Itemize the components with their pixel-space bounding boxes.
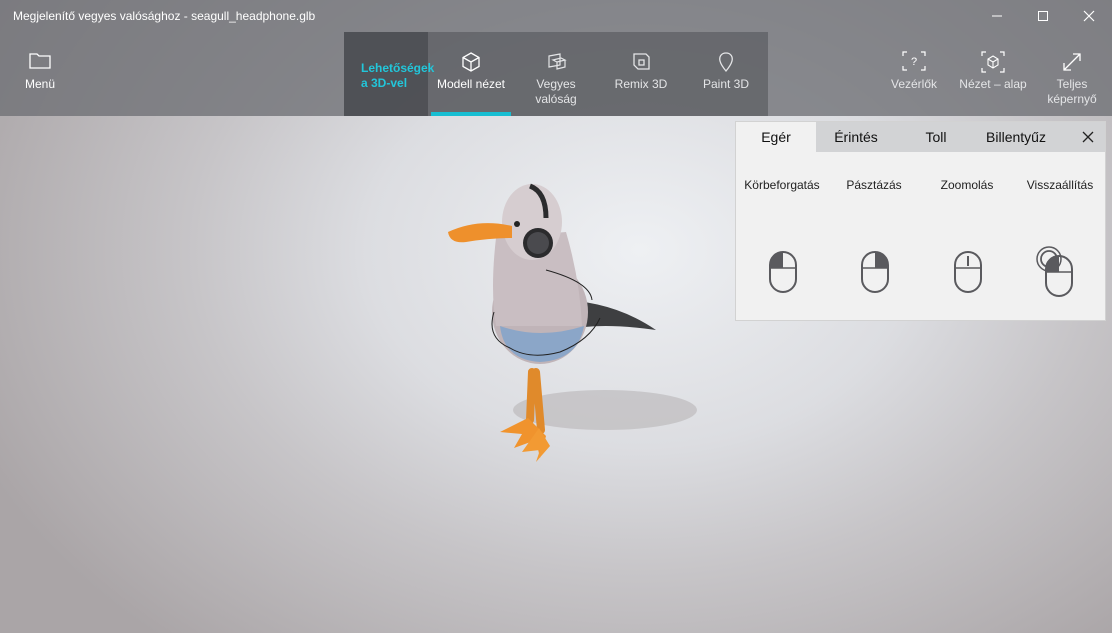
tab-mixed-reality[interactable]: Vegyes valóság [514,32,598,116]
mixed-reality-icon [548,53,567,70]
tab-pen[interactable]: Toll [896,122,976,152]
view-reset-label: Nézet – alap [959,77,1027,91]
fullscreen-label: Teljes képernyő [1047,77,1097,106]
minimize-button[interactable] [974,0,1020,32]
app-window: Megjelenítő vegyes valósághoz - seagull_… [0,0,1112,633]
tab-remix-3d-label: Remix 3D [614,77,668,91]
tab-pen-label: Toll [925,129,947,145]
fullscreen-icon [1063,53,1081,71]
tab-keyboard-label: Billentyűz [986,129,1046,145]
maximize-button[interactable] [1020,0,1066,32]
close-icon [1083,10,1095,22]
mode-switcher: Lehetőségek a 3D-vel Modell nézet Vegyes… [344,32,768,116]
pan-label: Pásztázás [846,178,902,192]
menu-label: Menü [24,77,56,91]
folder-icon [29,53,51,69]
controls-button[interactable]: ? Vezérlők [884,32,944,116]
active-tab-indicator [431,112,511,116]
tab-paint-3d-label: Paint 3D [702,77,750,91]
title-bar: Megjelenítő vegyes valósághoz - seagull_… [0,0,1112,32]
tab-touch[interactable]: Érintés [816,122,896,152]
tab-model-view[interactable]: Modell nézet [428,32,514,116]
remix-3d-icon [633,53,650,70]
zoom-label: Zoomolás [940,178,994,192]
fullscreen-button[interactable]: Teljes képernyő [1040,32,1104,116]
mouse-double-click-icon [1036,246,1073,297]
close-window-button[interactable] [1066,0,1112,32]
svg-text:?: ? [911,56,917,68]
mouse-left-button-icon [769,251,797,293]
toolbar: Menü Lehetőségek a 3D-vel Modell nézet V… [0,32,1112,116]
tab-keyboard[interactable]: Billentyűz [976,122,1056,152]
tab-mouse[interactable]: Egér [736,122,816,152]
tab-remix-3d[interactable]: Remix 3D [598,32,684,116]
controls-help-panel: Egér Érintés Toll Billentyűz Körbeforgat… [735,121,1106,321]
help-controls-icon: ? [902,51,926,71]
mouse-scroll-wheel-icon [954,251,982,293]
paint-3d-icon [719,52,733,73]
seagull-model[interactable] [448,183,697,462]
reset-label: Visszaállítás [1026,178,1094,192]
controls-label: Vezérlők [890,77,938,91]
rotate-label: Körbeforgatás [744,178,820,192]
tab-paint-3d[interactable]: Paint 3D [684,32,768,116]
tab-touch-label: Érintés [834,129,878,145]
get-started-label: Lehetőségek a 3D-vel [361,61,435,90]
tab-model-view-label: Modell nézet [436,77,506,91]
view-reset-button[interactable]: Nézet – alap [954,32,1032,116]
cube-icon [462,52,480,72]
close-icon [1082,131,1094,143]
mouse-right-button-icon [861,251,889,293]
maximize-icon [1038,11,1048,21]
window-title: Megjelenítő vegyes valósághoz - seagull_… [13,9,316,23]
input-type-tabs: Egér Érintés Toll Billentyűz [736,122,1105,152]
view-reset-icon [981,51,1005,73]
minimize-icon [992,15,1002,17]
menu-button[interactable]: Menü [14,32,66,116]
close-panel-button[interactable] [1077,126,1099,148]
get-started-button[interactable]: Lehetőségek a 3D-vel [344,32,435,116]
tab-mixed-reality-label: Vegyes valóság [535,77,577,106]
tab-mouse-label: Egér [761,129,791,145]
